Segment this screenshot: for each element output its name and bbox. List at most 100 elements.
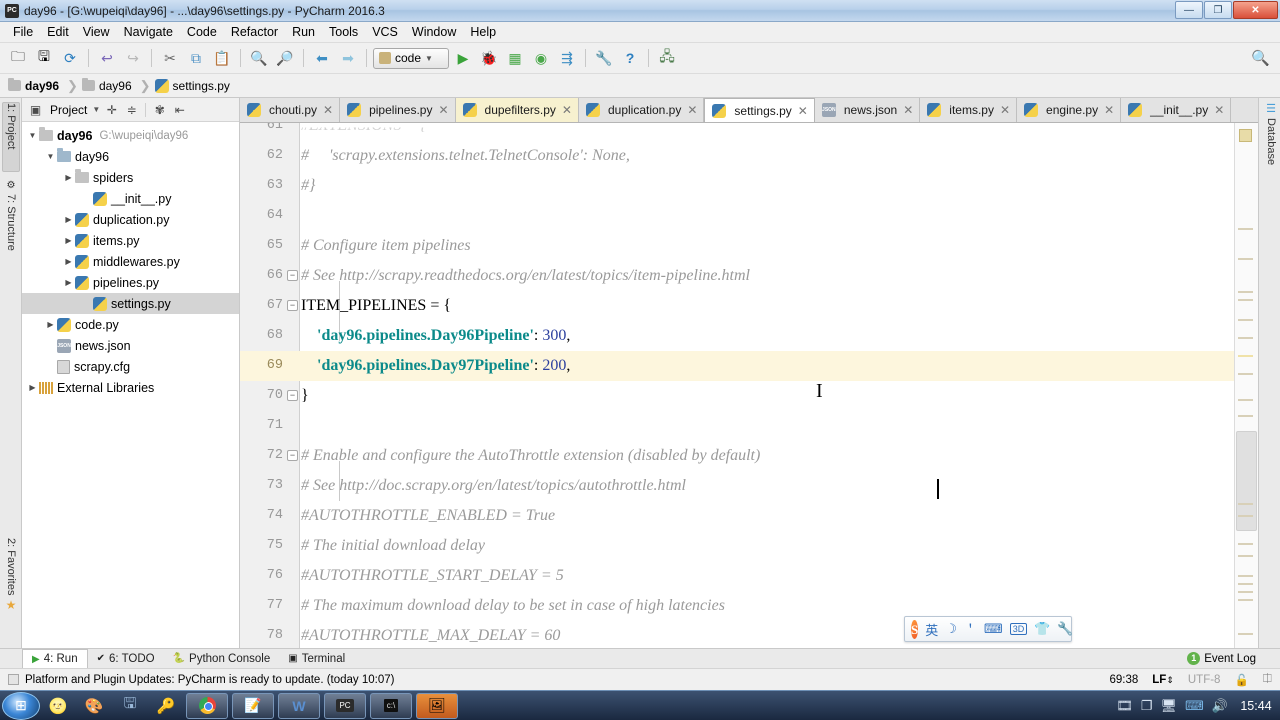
close-tab-icon[interactable]: ✕ bbox=[1214, 103, 1224, 117]
run-configuration-selector[interactable]: code ▼ bbox=[373, 47, 449, 69]
save-all-icon[interactable]: 🖫 bbox=[32, 46, 56, 70]
start-button[interactable]: ⊞ bbox=[2, 691, 40, 720]
updates-icon[interactable]: 🖧 bbox=[655, 46, 679, 70]
warning-marker-icon[interactable] bbox=[1239, 129, 1252, 142]
replace-icon[interactable]: 🔎 bbox=[273, 46, 297, 70]
menu-item-file[interactable]: File bbox=[6, 23, 40, 41]
tray-media-icon[interactable]: 🎞 bbox=[1116, 698, 1133, 714]
sidebar-item-database[interactable]: ☰ Database bbox=[1262, 102, 1280, 182]
tree-node-middlewares-py[interactable]: ▶ middlewares.py bbox=[22, 251, 239, 272]
chevron-right-icon[interactable]: ▶ bbox=[62, 215, 75, 224]
breadcrumb-item-day96[interactable]: day96 bbox=[81, 78, 136, 93]
close-tab-icon[interactable]: ✕ bbox=[323, 103, 333, 117]
tree-node-day96[interactable]: ▼ day96 G:\wupeiqi\day96 bbox=[22, 125, 239, 146]
tray-network-icon[interactable]: 🖥 bbox=[1161, 698, 1178, 714]
tree-node-code-py[interactable]: ▶ code.py bbox=[22, 314, 239, 335]
ime-moon-icon[interactable]: ☽ bbox=[945, 621, 957, 637]
paint-icon[interactable]: 🎨 bbox=[77, 693, 111, 719]
collapse-all-icon[interactable]: ✛ bbox=[103, 101, 120, 118]
fold-toggle-icon[interactable]: − bbox=[287, 270, 298, 281]
taskbar-clock[interactable]: 15:44 bbox=[1236, 699, 1276, 713]
menu-item-vcs[interactable]: VCS bbox=[365, 23, 405, 41]
close-button[interactable]: ✕ bbox=[1233, 1, 1278, 19]
bottom-tab-python-console[interactable]: 🐍 Python Console bbox=[164, 649, 280, 668]
event-log-button[interactable]: 1 Event Log bbox=[1187, 652, 1256, 665]
line-separator[interactable]: LF⇕ bbox=[1152, 674, 1174, 686]
ime-language-icon[interactable]: 英 bbox=[925, 620, 938, 639]
bottom-tab-4--run[interactable]: ▶ 4: Run bbox=[22, 649, 88, 668]
fold-toggle-icon[interactable]: − bbox=[287, 390, 298, 401]
tree-node-news-json[interactable]: JSON news.json bbox=[22, 335, 239, 356]
chevron-right-icon[interactable]: ▶ bbox=[62, 173, 75, 182]
save-icon[interactable]: 🖫 bbox=[113, 693, 147, 719]
bottom-tab-6--todo[interactable]: ✔ 6: TODO bbox=[88, 649, 164, 668]
chevron-right-icon[interactable]: ▶ bbox=[44, 320, 57, 329]
close-tab-icon[interactable]: ✕ bbox=[903, 103, 913, 117]
sync-icon[interactable]: ⟳ bbox=[58, 46, 82, 70]
menu-item-code[interactable]: Code bbox=[180, 23, 224, 41]
menu-item-navigate[interactable]: Navigate bbox=[117, 23, 180, 41]
code-folding-column[interactable]: − − − − bbox=[287, 123, 340, 648]
tree-node---init---py[interactable]: __init__.py bbox=[22, 188, 239, 209]
status-message[interactable]: Platform and Plugin Updates: PyCharm is … bbox=[25, 674, 394, 686]
file-encoding[interactable]: UTF-8 bbox=[1188, 674, 1221, 686]
chevron-right-icon[interactable]: ▶ bbox=[62, 236, 75, 245]
close-tab-icon[interactable]: ✕ bbox=[1104, 103, 1114, 117]
menu-item-tools[interactable]: Tools bbox=[322, 23, 365, 41]
tree-node-scrapy-cfg[interactable]: scrapy.cfg bbox=[22, 356, 239, 377]
back-icon[interactable]: ⬅ bbox=[310, 46, 334, 70]
close-tab-icon[interactable]: ✕ bbox=[687, 103, 697, 117]
menu-item-run[interactable]: Run bbox=[285, 23, 322, 41]
menu-item-refactor[interactable]: Refactor bbox=[224, 23, 285, 41]
forward-icon[interactable]: ➡ bbox=[336, 46, 360, 70]
editor-tab-duplication-py[interactable]: duplication.py ✕ bbox=[578, 98, 705, 122]
editor-marker-bar[interactable] bbox=[1234, 123, 1258, 648]
tray-volume-icon[interactable]: 🔊 bbox=[1212, 698, 1228, 714]
redo-icon[interactable]: ↪ bbox=[121, 46, 145, 70]
menu-item-help[interactable]: Help bbox=[463, 23, 503, 41]
fold-toggle-icon[interactable]: − bbox=[287, 450, 298, 461]
ime-toolbar[interactable]: S 英 ☽ ＇ ⌨ 3D 👕 🔧 bbox=[904, 616, 1074, 642]
cut-icon[interactable]: ✂ bbox=[158, 46, 182, 70]
editor-tab---init---py[interactable]: __init__.py ✕ bbox=[1121, 98, 1232, 122]
taskbar-word-button[interactable]: W bbox=[278, 692, 320, 719]
breadcrumb-item-settings-py[interactable]: settings.py bbox=[154, 78, 234, 93]
ime-tools-icon[interactable]: 🔧 bbox=[1057, 621, 1073, 637]
taskbar-chrome-button[interactable] bbox=[186, 692, 228, 719]
taskbar-app-button[interactable]: 🖼 bbox=[416, 692, 458, 719]
help-icon[interactable]: ? bbox=[618, 46, 642, 70]
chevron-right-icon[interactable]: ▶ bbox=[62, 278, 75, 287]
tree-node-items-py[interactable]: ▶ items.py bbox=[22, 230, 239, 251]
taskbar-pycharm-button[interactable]: PC bbox=[324, 692, 366, 719]
search-everywhere-icon[interactable]: 🔍 bbox=[1251, 49, 1270, 67]
chevron-down-icon[interactable]: ▼ bbox=[26, 131, 39, 140]
chevron-down-icon[interactable]: ▼ bbox=[44, 152, 57, 161]
breadcrumb-item-day96[interactable]: day96 bbox=[8, 78, 63, 93]
minimize-button[interactable]: — bbox=[1175, 1, 1203, 19]
tree-node-spiders[interactable]: ▶ spiders bbox=[22, 167, 239, 188]
undo-icon[interactable]: ↩ bbox=[95, 46, 119, 70]
ime-3d-icon[interactable]: 3D bbox=[1009, 623, 1028, 635]
find-icon[interactable]: 🔍 bbox=[247, 46, 271, 70]
ime-punctuation-icon[interactable]: ＇ bbox=[964, 620, 977, 639]
settings-icon[interactable]: 🔧 bbox=[592, 46, 616, 70]
tray-ime-icon[interactable]: ⌨ bbox=[1185, 698, 1204, 714]
profile-icon[interactable]: ◉ bbox=[529, 46, 553, 70]
sidebar-item-favorites[interactable]: 2: Favorites ★ bbox=[2, 538, 20, 633]
tree-node-settings-py[interactable]: settings.py bbox=[22, 293, 239, 314]
taskbar-cmd-button[interactable]: c:\ bbox=[370, 692, 412, 719]
bottom-tab-terminal[interactable]: ▣ Terminal bbox=[279, 649, 354, 668]
key-icon[interactable]: 🔑 bbox=[149, 693, 183, 719]
editor-tab-news-json[interactable]: JSON news.json ✕ bbox=[814, 98, 921, 122]
run-with-console-icon[interactable]: ⇶ bbox=[555, 46, 579, 70]
code-editor[interactable]: 61 62 63 64 65 66 67 68 69 70 71 72 73 74 75 76 77 78 − − −… bbox=[240, 123, 1258, 648]
sidebar-item-structure[interactable]: ⚙ 7: Structure bbox=[2, 180, 20, 270]
chevron-down-icon[interactable]: ▼ bbox=[92, 105, 100, 114]
caret-position[interactable]: 69:38 bbox=[1109, 674, 1138, 686]
tree-node-pipelines-py[interactable]: ▶ pipelines.py bbox=[22, 272, 239, 293]
menu-item-window[interactable]: Window bbox=[405, 23, 463, 41]
expand-all-icon[interactable]: ≑ bbox=[123, 101, 140, 118]
open-folder-icon[interactable]: 🗀 bbox=[6, 46, 30, 70]
sidebar-item-project[interactable]: 1: Project bbox=[2, 102, 20, 172]
editor-tab-engine-py[interactable]: engine.py ✕ bbox=[1017, 98, 1122, 122]
